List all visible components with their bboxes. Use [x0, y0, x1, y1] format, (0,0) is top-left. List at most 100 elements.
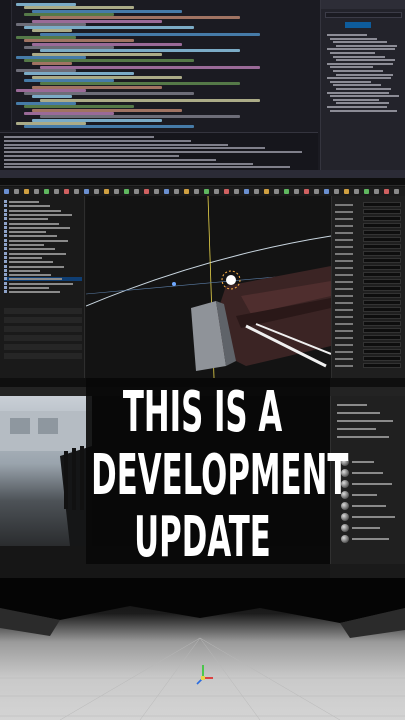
actor-icon [4, 260, 7, 264]
actor-label [9, 222, 59, 225]
solution-tree-row [330, 37, 377, 40]
actor-icon [4, 273, 7, 277]
world-outliner-panel [0, 196, 85, 378]
toolbar-button-icon [214, 189, 219, 194]
actor-icon [4, 200, 7, 203]
details-property-row [335, 244, 405, 249]
property-value-field[interactable] [363, 328, 401, 333]
solution-explorer-selected-tab[interactable] [345, 22, 371, 28]
property-name [335, 344, 353, 346]
property-name [335, 239, 353, 241]
toolbar-button-icon [374, 189, 379, 194]
line-number-gutter [0, 0, 12, 130]
property-value-field[interactable] [363, 342, 401, 347]
solution-tree-row [327, 77, 391, 80]
property-value-field[interactable] [363, 321, 401, 326]
property-value-field[interactable] [363, 363, 401, 368]
toolbar-button-icon [344, 189, 349, 194]
asset-header-line [337, 404, 367, 406]
editor-toolbar[interactable] [0, 187, 405, 196]
code-line [32, 95, 72, 99]
property-name [335, 302, 353, 304]
property-value-field[interactable] [363, 272, 401, 277]
code-text-area[interactable] [0, 0, 318, 130]
property-value-field[interactable] [363, 279, 401, 284]
level-editor-window [0, 178, 405, 378]
toolbar-button-icon [264, 189, 269, 194]
actor-label [9, 291, 60, 294]
property-value-field[interactable] [363, 349, 401, 354]
actor-icon [4, 251, 7, 255]
property-value-field[interactable] [363, 258, 401, 263]
property-value-field[interactable] [363, 293, 401, 298]
solution-tree-row [336, 44, 397, 47]
point-light-icon [226, 275, 236, 285]
property-value-field[interactable] [363, 314, 401, 319]
details-panel [331, 196, 405, 378]
output-line [4, 155, 179, 157]
actor-icon [4, 243, 7, 246]
property-name [335, 232, 353, 234]
actor-label [9, 235, 57, 238]
property-value-field[interactable] [363, 209, 401, 214]
actor-label [9, 205, 50, 208]
solution-tree-row [333, 41, 387, 44]
solution-tree-row [330, 109, 397, 112]
property-value-field[interactable] [363, 356, 401, 361]
property-value-field[interactable] [363, 202, 401, 207]
property-value-field[interactable] [363, 307, 401, 312]
solution-search-input[interactable] [325, 12, 402, 18]
toolbar-button-icon [4, 189, 9, 194]
actor-icon [4, 247, 7, 251]
property-value-field[interactable] [363, 223, 401, 228]
property-name [335, 365, 353, 367]
property-name [335, 246, 353, 248]
actor-icon [4, 204, 7, 208]
property-value-field[interactable] [363, 265, 401, 270]
property-value-field[interactable] [363, 251, 401, 256]
actor-icon [4, 225, 7, 229]
solution-tree-row [333, 84, 381, 87]
property-value-field[interactable] [363, 300, 401, 305]
details-property-row [335, 223, 405, 228]
property-value-field[interactable] [363, 237, 401, 242]
code-line [32, 29, 72, 33]
actor-icon [4, 268, 7, 272]
actor-label [9, 252, 66, 255]
details-property-row [335, 307, 405, 312]
scene-preview-viewport[interactable] [0, 396, 92, 546]
toolbar-button-icon [314, 189, 319, 194]
ground-view-viewport[interactable] [0, 578, 405, 720]
editor-menu-bar[interactable] [0, 178, 405, 186]
toolbar-button-icon [304, 189, 309, 194]
post-2 [72, 448, 76, 510]
actor-icon [4, 281, 7, 285]
asset-name-line [352, 494, 377, 496]
toolbar-button-icon [164, 189, 169, 194]
details-property-row [335, 265, 405, 270]
property-value-field[interactable] [363, 216, 401, 221]
actor-label [9, 261, 53, 264]
property-value-field[interactable] [363, 286, 401, 291]
asset-header-line [337, 428, 376, 430]
code-line [24, 6, 134, 10]
property-value-field[interactable] [363, 230, 401, 235]
detail-row [4, 344, 82, 350]
actor-label [9, 248, 55, 251]
details-property-row [335, 286, 405, 291]
actor-icon [4, 212, 7, 216]
asset-name-line [352, 472, 383, 474]
editor-status-bar [0, 170, 405, 178]
property-name [335, 225, 353, 227]
output-line [4, 162, 253, 165]
actor-icon [4, 277, 7, 281]
solution-tree-row [327, 34, 367, 36]
property-value-field[interactable] [363, 335, 401, 340]
level-viewport[interactable] [86, 196, 331, 378]
property-name [335, 323, 353, 325]
property-value-field[interactable] [363, 244, 401, 249]
transform-gizmo-icon [196, 665, 213, 685]
toolbar-button-icon [104, 189, 109, 194]
code-line [40, 49, 240, 53]
property-name [335, 274, 353, 276]
